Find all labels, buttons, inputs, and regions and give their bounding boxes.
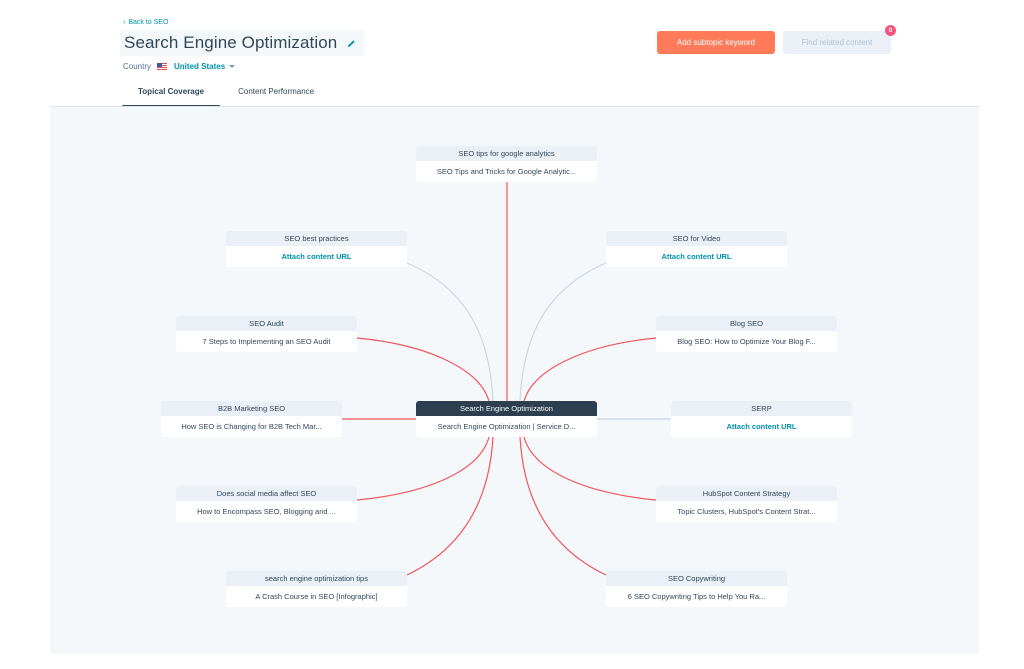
back-to-seo-link[interactable]: ‹ Back to SEO bbox=[123, 19, 168, 26]
caret-down-icon[interactable] bbox=[229, 65, 236, 68]
subtopic-title: SEO best practices bbox=[226, 231, 407, 246]
subtopic-node[interactable]: SEO for Video Attach content URL bbox=[606, 231, 787, 267]
subtopic-content[interactable]: SEO Tips and Tricks for Google Analytic.… bbox=[416, 161, 597, 182]
pillar-topic: Search Engine Optimization bbox=[416, 401, 597, 416]
back-link-label: Back to SEO bbox=[128, 19, 169, 26]
page-title-editable[interactable]: Search Engine Optimization bbox=[120, 30, 364, 56]
subtopic-title: HubSpot Content Strategy bbox=[656, 486, 837, 501]
subtopic-content[interactable]: Blog SEO: How to Optimize Your Blog F... bbox=[656, 331, 837, 352]
find-related-content-button: Find related content bbox=[783, 31, 891, 54]
subtopic-title: Does social media affect SEO bbox=[176, 486, 357, 501]
subtopic-title: B2B Marketing SEO bbox=[161, 401, 342, 416]
subtopic-title: search engine optimization tips bbox=[226, 571, 407, 586]
us-flag-icon bbox=[157, 63, 168, 70]
attach-content-url-link[interactable]: Attach content URL bbox=[226, 246, 407, 267]
subtopic-content[interactable]: A Crash Course in SEO [Infographic] bbox=[226, 586, 407, 607]
subtopic-node[interactable]: B2B Marketing SEO How SEO is Changing fo… bbox=[161, 401, 342, 437]
chevron-left-icon: ‹ bbox=[123, 19, 126, 26]
subtopic-node[interactable]: SEO best practices Attach content URL bbox=[226, 231, 407, 267]
country-label: Country bbox=[123, 62, 152, 71]
attach-content-url-link[interactable]: Attach content URL bbox=[606, 246, 787, 267]
subtopic-title: SERP bbox=[671, 401, 852, 416]
subtopic-node[interactable]: SEO tips for google analytics SEO Tips a… bbox=[416, 146, 597, 182]
add-subtopic-keyword-button[interactable]: Add subtopic keyword bbox=[657, 31, 775, 54]
tab-content-performance[interactable]: Content Performance bbox=[222, 83, 330, 107]
topic-cluster-canvas[interactable] bbox=[50, 106, 979, 654]
subtopic-node[interactable]: Blog SEO Blog SEO: How to Optimize Your … bbox=[656, 316, 837, 352]
subtopic-title: SEO for Video bbox=[606, 231, 787, 246]
pillar-content[interactable]: Search Engine Optimization | Service D..… bbox=[416, 416, 597, 437]
tab-bar: Topical Coverage Content Performance bbox=[122, 83, 330, 108]
country-selector-row: Country United States bbox=[123, 62, 236, 71]
subtopic-node[interactable]: SEO Audit 7 Steps to Implementing an SEO… bbox=[176, 316, 357, 352]
tab-topical-coverage[interactable]: Topical Coverage bbox=[122, 83, 221, 108]
notification-badge: 0 bbox=[885, 25, 896, 36]
subtopic-node[interactable]: SEO Copywriting 6 SEO Copywriting Tips t… bbox=[606, 571, 787, 607]
attach-content-url-link[interactable]: Attach content URL bbox=[671, 416, 852, 437]
subtopic-content[interactable]: 7 Steps to Implementing an SEO Audit bbox=[176, 331, 357, 352]
subtopic-content[interactable]: Topic Clusters, HubSpot's Content Strat.… bbox=[656, 501, 837, 522]
pillar-node[interactable]: Search Engine Optimization Search Engine… bbox=[416, 401, 597, 437]
subtopic-title: SEO tips for google analytics bbox=[416, 146, 597, 161]
subtopic-content[interactable]: How SEO is Changing for B2B Tech Mar... bbox=[161, 416, 342, 437]
subtopic-title: Blog SEO bbox=[656, 316, 837, 331]
subtopic-content[interactable]: How to Encompass SEO, Blogging and ... bbox=[176, 501, 357, 522]
subtopic-title: SEO Copywriting bbox=[606, 571, 787, 586]
page-title: Search Engine Optimization bbox=[124, 33, 338, 52]
subtopic-node[interactable]: Does social media affect SEO How to Enco… bbox=[176, 486, 357, 522]
pencil-icon[interactable] bbox=[347, 39, 356, 48]
subtopic-title: SEO Audit bbox=[176, 316, 357, 331]
subtopic-node[interactable]: SERP Attach content URL bbox=[671, 401, 852, 437]
country-dropdown[interactable]: United States bbox=[174, 62, 225, 71]
subtopic-node[interactable]: HubSpot Content Strategy Topic Clusters,… bbox=[656, 486, 837, 522]
subtopic-content[interactable]: 6 SEO Copywriting Tips to Help You Ra... bbox=[606, 586, 787, 607]
subtopic-node[interactable]: search engine optimization tips A Crash … bbox=[226, 571, 407, 607]
